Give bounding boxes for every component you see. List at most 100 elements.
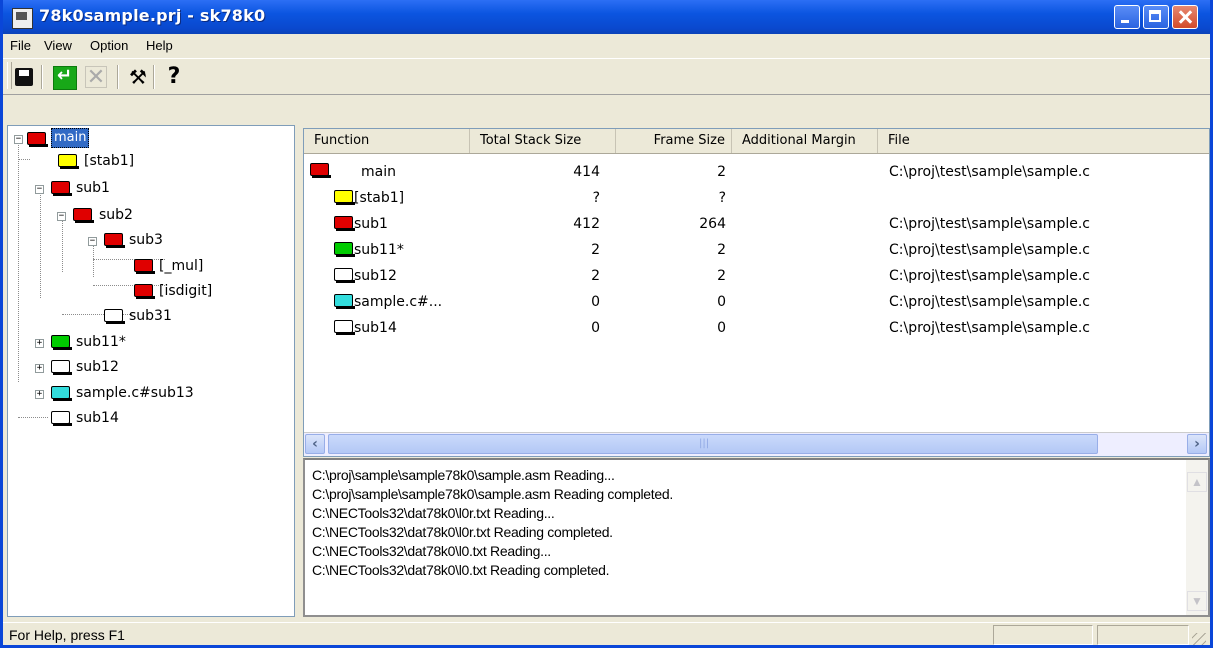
cell-frame: ?	[718, 190, 726, 206]
collapse-icon[interactable]: −	[88, 237, 97, 246]
toolbar-separator	[153, 65, 155, 89]
tree-node-sub13[interactable]: + sample.c#sub13	[8, 382, 288, 404]
vertical-scrollbar[interactable]: ▲ ▼	[1186, 460, 1208, 615]
log-line: C:\NECTools32\dat78k0\l0r.txt Reading...	[312, 505, 555, 521]
tree-node-sub2[interactable]: − sub2	[8, 204, 288, 226]
close-button[interactable]	[1172, 5, 1198, 29]
status-pane	[1097, 625, 1189, 645]
cancel-icon[interactable]: ✕	[85, 66, 107, 89]
table-row[interactable]: sub14 0 0 C:\proj\test\sample\sample.c	[304, 315, 1209, 341]
tree-node-label: sub31	[129, 308, 172, 324]
tree-node-sub31[interactable]: sub31	[8, 305, 288, 327]
column-header-total-stack[interactable]: Total Stack Size	[470, 129, 616, 153]
pane-splitter[interactable]	[295, 125, 303, 620]
cell-total: 412	[573, 216, 600, 232]
menu-option[interactable]: Option	[90, 38, 128, 53]
log-line: C:\NECTools32\dat78k0\l0.txt Reading...	[312, 543, 551, 559]
table-row[interactable]: [stab1]??	[304, 185, 1209, 211]
cell-file: C:\proj\test\sample\sample.c	[889, 216, 1090, 232]
function-red-icon	[51, 181, 72, 196]
cell-margin	[742, 185, 872, 211]
tree-node-sub11[interactable]: + sub11*	[8, 331, 288, 353]
call-tree[interactable]: − main [stab1] − sub1 − sub2 − sub3 [_mu…	[7, 125, 295, 617]
scroll-up-icon[interactable]: ▲	[1187, 472, 1207, 492]
tree-node-isdigit[interactable]: [isdigit]	[8, 280, 288, 302]
tree-node-label: sample.c#sub13	[76, 385, 194, 401]
cell-frame: 0	[717, 320, 726, 336]
collapse-icon[interactable]: −	[14, 135, 23, 144]
cell-function: sub12	[354, 268, 397, 284]
tree-node-sub3[interactable]: − sub3	[8, 229, 288, 251]
maximize-button[interactable]	[1143, 5, 1169, 29]
tree-node-label: sub14	[76, 410, 119, 426]
help-icon[interactable]: ?	[163, 66, 185, 88]
column-header-file[interactable]: File	[878, 129, 1209, 153]
function-white-icon	[104, 309, 125, 324]
expand-icon[interactable]: +	[35, 390, 44, 399]
cell-file: C:\proj\test\sample\sample.c	[889, 164, 1090, 180]
scroll-thumb[interactable]	[328, 434, 1098, 454]
function-white-icon	[51, 411, 72, 426]
menu-bar: File View Option Help	[3, 34, 1210, 59]
function-white-icon	[51, 360, 72, 375]
table-row[interactable]: main 414 2 C:\proj\test\sample\sample.c	[304, 159, 1209, 185]
title-bar[interactable]: 78k0sample.prj - sk78k0	[3, 0, 1210, 34]
table-row[interactable]: sub12 2 2 C:\proj\test\sample\sample.c	[304, 263, 1209, 289]
tree-node-sub1[interactable]: − sub1	[8, 177, 288, 199]
collapse-icon[interactable]: −	[35, 185, 44, 194]
scroll-down-icon[interactable]: ▼	[1187, 591, 1207, 611]
menu-view[interactable]: View	[44, 38, 72, 53]
save-icon[interactable]	[13, 66, 35, 88]
tree-node-sub12[interactable]: + sub12	[8, 356, 288, 378]
function-icon	[334, 320, 355, 335]
tree-node-sub14[interactable]: sub14	[8, 407, 288, 429]
function-icon	[334, 190, 355, 205]
stack-grid[interactable]: Function Total Stack Size Frame Size Add…	[303, 128, 1210, 457]
log-line: C:\proj\sample\sample78k0\sample.asm Rea…	[312, 467, 615, 483]
resize-grip-icon[interactable]	[1192, 633, 1206, 645]
tree-node-label: [stab1]	[84, 153, 135, 169]
function-icon	[334, 216, 355, 231]
tree-node-label: sub2	[99, 207, 133, 223]
toolbar-grip[interactable]	[7, 62, 12, 89]
column-header-additional-margin[interactable]: Additional Margin	[732, 129, 878, 153]
refresh-icon[interactable]	[53, 65, 77, 90]
scroll-right-icon[interactable]: ›	[1187, 434, 1207, 454]
table-row[interactable]: sub11* 2 2 C:\proj\test\sample\sample.c	[304, 237, 1209, 263]
table-row[interactable]: sub1 412 264 C:\proj\test\sample\sample.c	[304, 211, 1209, 237]
build-icon[interactable]: ⚒	[127, 66, 149, 88]
function-cyan-icon	[51, 386, 72, 401]
function-red-icon	[73, 208, 94, 223]
horizontal-scrollbar[interactable]: ‹ ›	[304, 432, 1209, 456]
expand-icon[interactable]: +	[35, 364, 44, 373]
scroll-left-icon[interactable]: ‹	[305, 434, 325, 454]
table-row[interactable]: sample.c#... 0 0 C:\proj\test\sample\sample…	[304, 289, 1209, 315]
function-icon	[310, 163, 331, 178]
cell-frame: 2	[717, 164, 726, 180]
window-title: 78k0sample.prj - sk78k0	[39, 6, 266, 25]
tree-node-main[interactable]: − main	[8, 128, 288, 150]
cell-frame: 264	[699, 216, 726, 232]
column-header-function[interactable]: Function	[304, 129, 470, 153]
log-line: C:\NECTools32\dat78k0\l0r.txt Reading co…	[312, 524, 613, 540]
collapse-icon[interactable]: −	[57, 212, 66, 221]
expand-icon[interactable]: +	[35, 339, 44, 348]
tree-node-label: sub1	[76, 180, 110, 196]
minimize-button[interactable]	[1114, 5, 1140, 29]
column-header-frame-size[interactable]: Frame Size	[616, 129, 732, 153]
cell-margin	[742, 289, 872, 315]
cell-total: ?	[592, 190, 600, 206]
output-log[interactable]: C:\proj\sample\sample78k0\sample.asm Rea…	[303, 458, 1210, 617]
function-icon	[334, 242, 355, 257]
function-green-icon	[51, 335, 72, 350]
function-yellow-icon	[58, 154, 79, 169]
app-icon[interactable]	[12, 8, 33, 29]
tree-node-mul[interactable]: [_mul]	[8, 255, 288, 277]
cell-total: 0	[591, 320, 600, 336]
cell-file: C:\proj\test\sample\sample.c	[889, 242, 1090, 258]
tree-node-stab1[interactable]: [stab1]	[8, 150, 288, 172]
menu-help[interactable]: Help	[146, 38, 173, 53]
menu-file[interactable]: File	[10, 38, 31, 53]
log-line: C:\NECTools32\dat78k0\l0.txt Reading com…	[312, 562, 610, 578]
cell-margin	[742, 159, 872, 185]
